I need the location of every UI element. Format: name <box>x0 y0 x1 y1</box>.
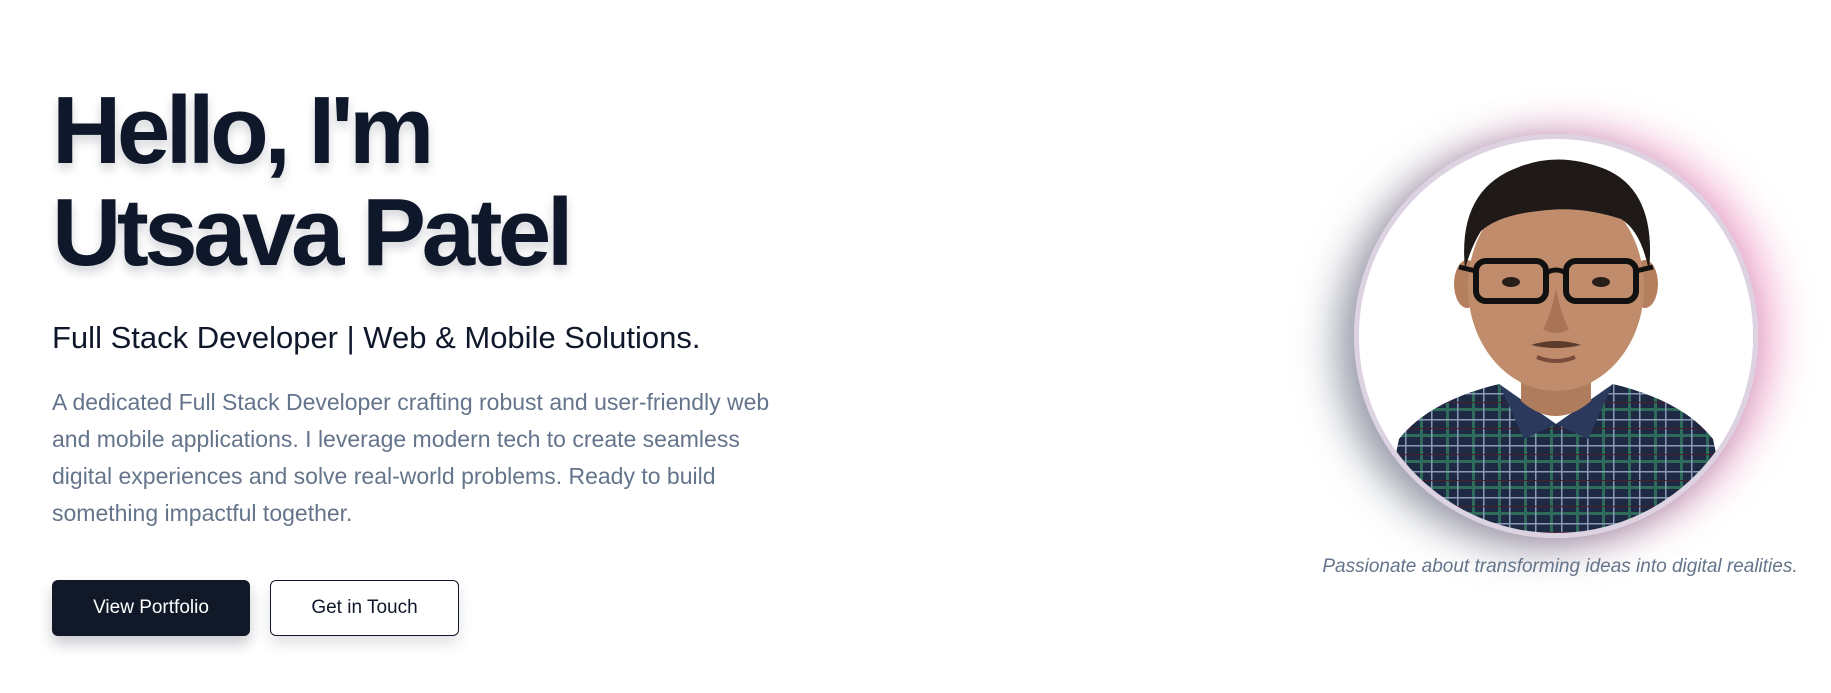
profile-photo-frame <box>1354 134 1758 538</box>
hero-subtitle: Full Stack Developer | Web & Mobile Solu… <box>52 320 701 355</box>
hero-intro: Hello, I'm Utsava Patel Full Stack Devel… <box>52 80 792 636</box>
hero-name: Utsava Patel <box>52 179 573 286</box>
hero-title: Hello, I'm Utsava Patel <box>52 80 792 284</box>
hero-section: Hello, I'm Utsava Patel Full Stack Devel… <box>0 0 1831 693</box>
portrait-illustration <box>1359 139 1753 533</box>
profile-caption: Passionate about transforming ideas into… <box>1322 556 1798 577</box>
view-portfolio-button[interactable]: View Portfolio <box>52 580 250 636</box>
hero-actions: View Portfolio Get in Touch <box>52 580 792 636</box>
hero-greeting: Hello, I'm <box>52 77 434 184</box>
profile-photo <box>1354 134 1758 538</box>
get-in-touch-button[interactable]: Get in Touch <box>270 580 459 636</box>
hero-description: A dedicated Full Stack Developer craftin… <box>52 389 770 526</box>
